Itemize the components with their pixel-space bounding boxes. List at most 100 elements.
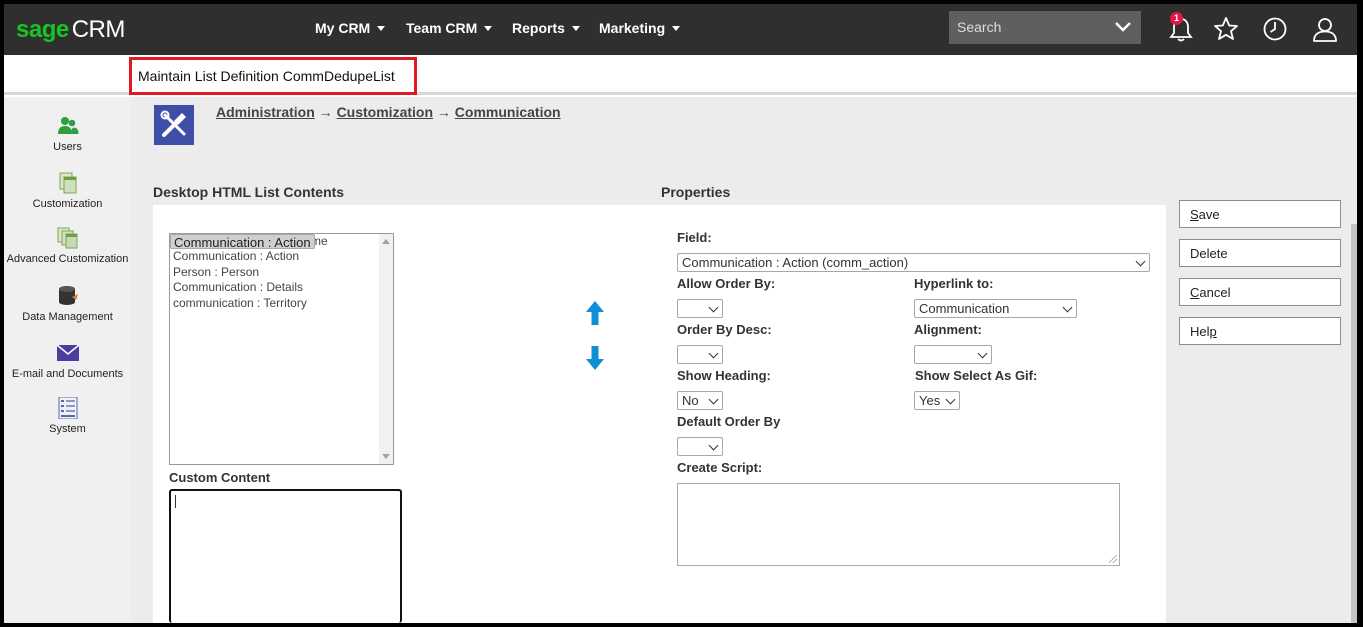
breadcrumb-separator: → bbox=[436, 104, 451, 120]
breadcrumb-communication[interactable]: Communication bbox=[455, 104, 561, 120]
alignment-label: Alignment: bbox=[914, 322, 982, 337]
sidebar-item-label: Users bbox=[53, 141, 82, 153]
cancel-button[interactable]: Cancel bbox=[1179, 278, 1341, 306]
help-button[interactable]: Help bbox=[1179, 317, 1341, 345]
list-item[interactable]: Communication : Details bbox=[170, 280, 393, 295]
hyperlink-label: Hyperlink to: bbox=[914, 276, 994, 291]
default-order-by-select[interactable] bbox=[677, 437, 723, 456]
show-heading-select[interactable]: No bbox=[677, 391, 723, 410]
cancel-label: ancel bbox=[1199, 285, 1231, 300]
page-title: Maintain List Definition CommDedupeList bbox=[129, 57, 417, 95]
show-heading-value: No bbox=[682, 393, 699, 408]
administration-tools-icon bbox=[154, 105, 194, 145]
show-heading-label: Show Heading: bbox=[677, 368, 771, 383]
sidebar-item-email-documents[interactable]: E-mail and Documents bbox=[4, 342, 131, 380]
save-button[interactable]: Save bbox=[1179, 200, 1341, 228]
caret-down-icon bbox=[672, 25, 681, 31]
chevron-down-icon bbox=[708, 440, 719, 451]
help-label: Hel bbox=[1190, 324, 1210, 339]
sidebar-item-advanced-customization[interactable]: Advanced Customization bbox=[4, 227, 131, 265]
hyperlink-select[interactable]: Communication bbox=[914, 299, 1077, 318]
chevron-down-icon bbox=[945, 394, 956, 405]
breadcrumb-separator: → bbox=[318, 104, 333, 120]
users-icon bbox=[57, 117, 78, 134]
chevron-down-icon bbox=[708, 394, 719, 405]
properties-section-title: Properties bbox=[661, 184, 731, 200]
delete-label: Delete bbox=[1190, 246, 1228, 261]
delete-button[interactable]: Delete bbox=[1179, 239, 1341, 267]
nav-label: Reports bbox=[512, 20, 565, 36]
breadcrumb-customization[interactable]: Customization bbox=[337, 104, 433, 120]
caret-down-icon bbox=[377, 25, 386, 31]
list-item[interactable]: Person : Person bbox=[170, 265, 393, 280]
custom-content-textarea[interactable] bbox=[169, 489, 402, 623]
nav-team-crm[interactable]: Team CRM bbox=[406, 20, 493, 36]
list-item[interactable]: communication : Territory bbox=[170, 296, 393, 311]
create-script-label: Create Script: bbox=[677, 460, 763, 475]
list-contents-listbox[interactable]: Communication : Action Communication : D… bbox=[169, 233, 394, 465]
list-section-title: Desktop HTML List Contents bbox=[153, 184, 345, 200]
title-bar: Maintain List Definition CommDedupeList bbox=[4, 55, 1357, 95]
chevron-down-icon bbox=[977, 348, 988, 359]
listbox-scrollbar[interactable] bbox=[379, 234, 393, 464]
email-icon bbox=[56, 344, 79, 361]
advanced-customization-icon bbox=[57, 227, 77, 249]
custom-content-label: Custom Content bbox=[169, 470, 271, 485]
help-accesskey: p bbox=[1209, 324, 1217, 339]
show-select-gif-value: Yes bbox=[919, 393, 941, 408]
breadcrumb: Administration → Customization → Communi… bbox=[216, 104, 561, 120]
chevron-down-icon bbox=[1062, 302, 1073, 313]
customization-icon bbox=[59, 172, 76, 194]
allow-order-by-select[interactable] bbox=[677, 299, 723, 318]
star-icon[interactable] bbox=[1212, 15, 1240, 43]
sidebar-item-data-management[interactable]: Data Management bbox=[4, 285, 131, 323]
app-window: sage CRM My CRM Team CRM Reports Marketin… bbox=[4, 4, 1357, 623]
clock-icon[interactable] bbox=[1261, 15, 1289, 43]
alignment-select[interactable] bbox=[914, 345, 992, 364]
search-input[interactable]: Search bbox=[949, 11, 1141, 44]
user-profile-icon[interactable] bbox=[1311, 15, 1339, 43]
scroll-down-icon[interactable] bbox=[382, 454, 390, 459]
top-bar: sage CRM My CRM Team CRM Reports Marketin… bbox=[4, 4, 1357, 55]
field-value: Communication : Action (comm_action) bbox=[682, 255, 909, 270]
chevron-down-icon bbox=[1135, 256, 1146, 267]
create-script-textarea[interactable] bbox=[677, 483, 1120, 566]
nav-my-crm[interactable]: My CRM bbox=[315, 20, 386, 36]
scrollbar-thumb[interactable] bbox=[1351, 224, 1357, 623]
field-label: Field: bbox=[677, 230, 712, 245]
order-by-desc-select[interactable] bbox=[677, 345, 723, 364]
sage-crm-logo[interactable]: sage CRM bbox=[16, 16, 125, 44]
sidebar-item-label: E-mail and Documents bbox=[11, 368, 124, 380]
list-item[interactable]: Communication : Action bbox=[170, 249, 393, 264]
allow-order-by-label: Allow Order By: bbox=[677, 276, 776, 291]
scroll-up-icon[interactable] bbox=[382, 239, 390, 244]
sidebar-item-users[interactable]: Users bbox=[4, 115, 131, 153]
system-icon bbox=[58, 397, 77, 419]
sidebar-item-system[interactable]: System bbox=[4, 397, 131, 435]
move-down-arrow-icon[interactable] bbox=[585, 345, 605, 371]
order-by-desc-label: Order By Desc: bbox=[677, 322, 772, 337]
chevron-down-icon[interactable] bbox=[1115, 21, 1131, 33]
move-up-arrow-icon[interactable] bbox=[585, 300, 605, 326]
nav-label: My CRM bbox=[315, 20, 371, 36]
resize-grip-icon[interactable] bbox=[1109, 555, 1117, 563]
default-order-by-label: Default Order By bbox=[677, 414, 781, 429]
breadcrumb-administration[interactable]: Administration bbox=[216, 104, 315, 120]
notification-badge: 1 bbox=[1170, 12, 1183, 25]
caret-down-icon bbox=[484, 25, 493, 31]
sidebar-item-label: Data Management bbox=[22, 311, 113, 323]
chevron-down-icon bbox=[708, 302, 719, 313]
list-item[interactable]: Communication : Action bbox=[170, 234, 315, 250]
sidebar-item-customization[interactable]: Customization bbox=[4, 172, 131, 210]
nav-marketing[interactable]: Marketing bbox=[599, 20, 681, 36]
cancel-accesskey: C bbox=[1190, 285, 1200, 300]
nav-reports[interactable]: Reports bbox=[512, 20, 580, 36]
show-select-gif-select[interactable]: Yes bbox=[914, 391, 960, 410]
caret-down-icon bbox=[571, 25, 580, 31]
logo-product: CRM bbox=[71, 16, 126, 43]
nav-label: Marketing bbox=[599, 20, 666, 36]
save-label: ave bbox=[1198, 207, 1220, 222]
sidebar-item-label: System bbox=[49, 423, 86, 435]
field-select[interactable]: Communication : Action (comm_action) bbox=[677, 253, 1150, 272]
text-cursor bbox=[175, 495, 176, 508]
